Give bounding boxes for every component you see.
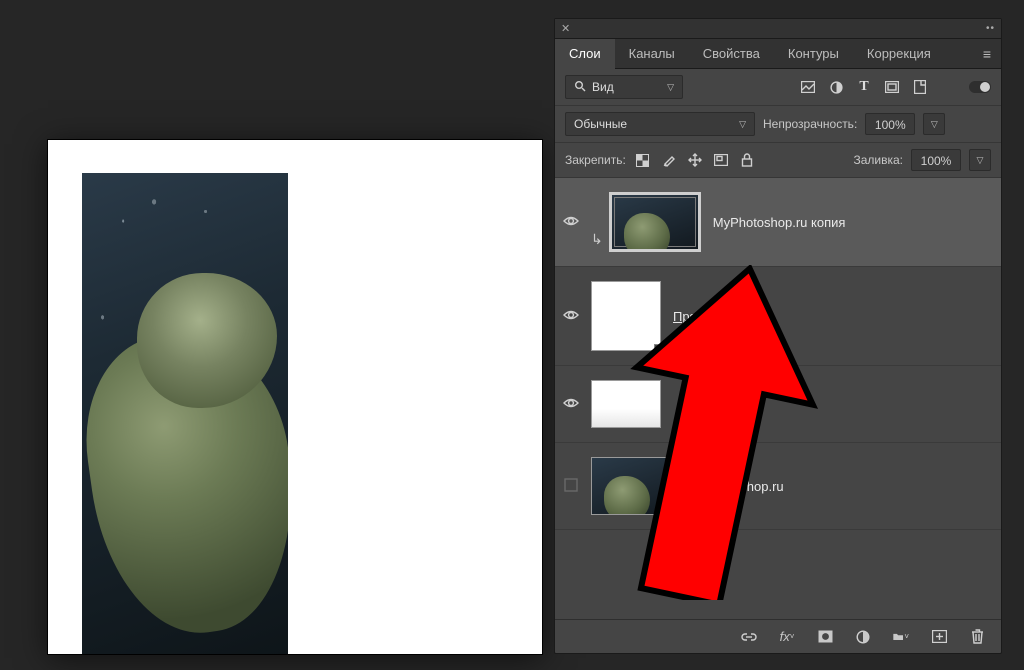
fill-label: Заливка: <box>853 153 903 167</box>
tab-properties[interactable]: Свойства <box>689 39 774 69</box>
filter-shape-icon[interactable] <box>885 80 899 94</box>
layers-panel: ✕ •• Слои Каналы Свойства Контуры Коррек… <box>554 18 1002 654</box>
visibility-icon[interactable] <box>563 214 579 230</box>
visibility-icon[interactable] <box>563 396 579 412</box>
fill-chevron[interactable]: ▽ <box>969 149 991 171</box>
layer-row[interactable]: MyPhotoshop.ru <box>555 443 1001 530</box>
link-icon[interactable] <box>741 629 757 645</box>
mask-icon[interactable] <box>817 629 833 645</box>
lock-all-icon[interactable] <box>740 153 754 167</box>
delete-icon[interactable] <box>969 629 985 645</box>
filter-kind-label: Вид <box>592 80 614 94</box>
canvas-image <box>82 173 288 654</box>
blend-mode-value: Обычные <box>574 117 627 131</box>
layer-row[interactable] <box>555 366 1001 443</box>
layer-thumbnail[interactable] <box>591 380 661 428</box>
lock-brush-icon[interactable] <box>662 153 676 167</box>
chevron-down-icon: ▽ <box>667 82 674 93</box>
filter-type-icon[interactable]: T <box>857 80 871 94</box>
lock-label: Закрепить: <box>565 153 626 167</box>
layers-list: ↳ MyPhotoshop.ru копия Прямоугольник <box>555 178 1001 619</box>
layer-thumbnail[interactable] <box>591 457 677 515</box>
panel-titlebar[interactable]: ✕ •• <box>555 19 1001 39</box>
layer-name[interactable]: MyPhotoshop.ru <box>689 479 784 494</box>
visibility-icon[interactable] <box>563 308 579 324</box>
panel-footer: fx ˅ ˅ <box>555 619 1001 653</box>
blend-mode-dropdown[interactable]: Обычные ▽ <box>565 112 755 136</box>
filter-toggle[interactable] <box>969 81 991 93</box>
group-icon[interactable]: ˅ <box>893 629 909 645</box>
tab-layers[interactable]: Слои <box>555 39 615 69</box>
blend-row: Обычные ▽ Непрозрачность: 100% ▽ <box>555 106 1001 143</box>
filter-kind-dropdown[interactable]: Вид ▽ <box>565 75 683 99</box>
layer-name[interactable]: Прямоугольник <box>673 309 765 324</box>
tab-paths[interactable]: Контуры <box>774 39 853 69</box>
layer-name[interactable]: MyPhotoshop.ru копия <box>713 215 846 230</box>
opacity-chevron[interactable]: ▽ <box>923 113 945 135</box>
layer-thumbnail[interactable] <box>609 192 701 252</box>
chevron-down-icon: ▽ <box>739 119 746 130</box>
filter-smart-icon[interactable] <box>913 80 927 94</box>
layer-thumbnail[interactable] <box>591 281 661 351</box>
lock-artboard-icon[interactable] <box>714 153 728 167</box>
fx-icon[interactable]: fx ˅ <box>779 629 795 645</box>
new-layer-icon[interactable] <box>931 629 947 645</box>
opacity-label: Непрозрачность: <box>763 117 857 131</box>
lock-position-icon[interactable] <box>688 153 702 167</box>
panel-tabs: Слои Каналы Свойства Контуры Коррекция ≡ <box>555 39 1001 69</box>
filter-pixel-icon[interactable] <box>801 80 815 94</box>
shape-indicator-icon <box>654 344 666 356</box>
lock-transparency-icon[interactable] <box>636 153 650 167</box>
visibility-icon[interactable] <box>563 478 579 495</box>
tab-adjustments[interactable]: Коррекция <box>853 39 945 69</box>
filter-row: Вид ▽ T <box>555 69 1001 106</box>
layer-row[interactable]: ↳ MyPhotoshop.ru копия <box>555 178 1001 267</box>
layer-row[interactable]: Прямоугольник <box>555 267 1001 366</box>
opacity-value[interactable]: 100% <box>865 113 915 135</box>
lock-row: Закрепить: Заливка: 100% ▽ <box>555 143 1001 178</box>
adjustment-icon[interactable] <box>855 629 871 645</box>
tab-channels[interactable]: Каналы <box>615 39 689 69</box>
close-icon[interactable]: ✕ <box>561 22 570 35</box>
fill-value[interactable]: 100% <box>911 149 961 171</box>
panel-menu-icon[interactable]: ≡ <box>973 46 1001 62</box>
document-canvas[interactable] <box>48 140 542 654</box>
search-icon <box>574 80 586 95</box>
filter-adjust-icon[interactable] <box>829 80 843 94</box>
smart-object-badge: ↳ <box>591 231 603 248</box>
collapse-icon[interactable]: •• <box>986 23 995 34</box>
